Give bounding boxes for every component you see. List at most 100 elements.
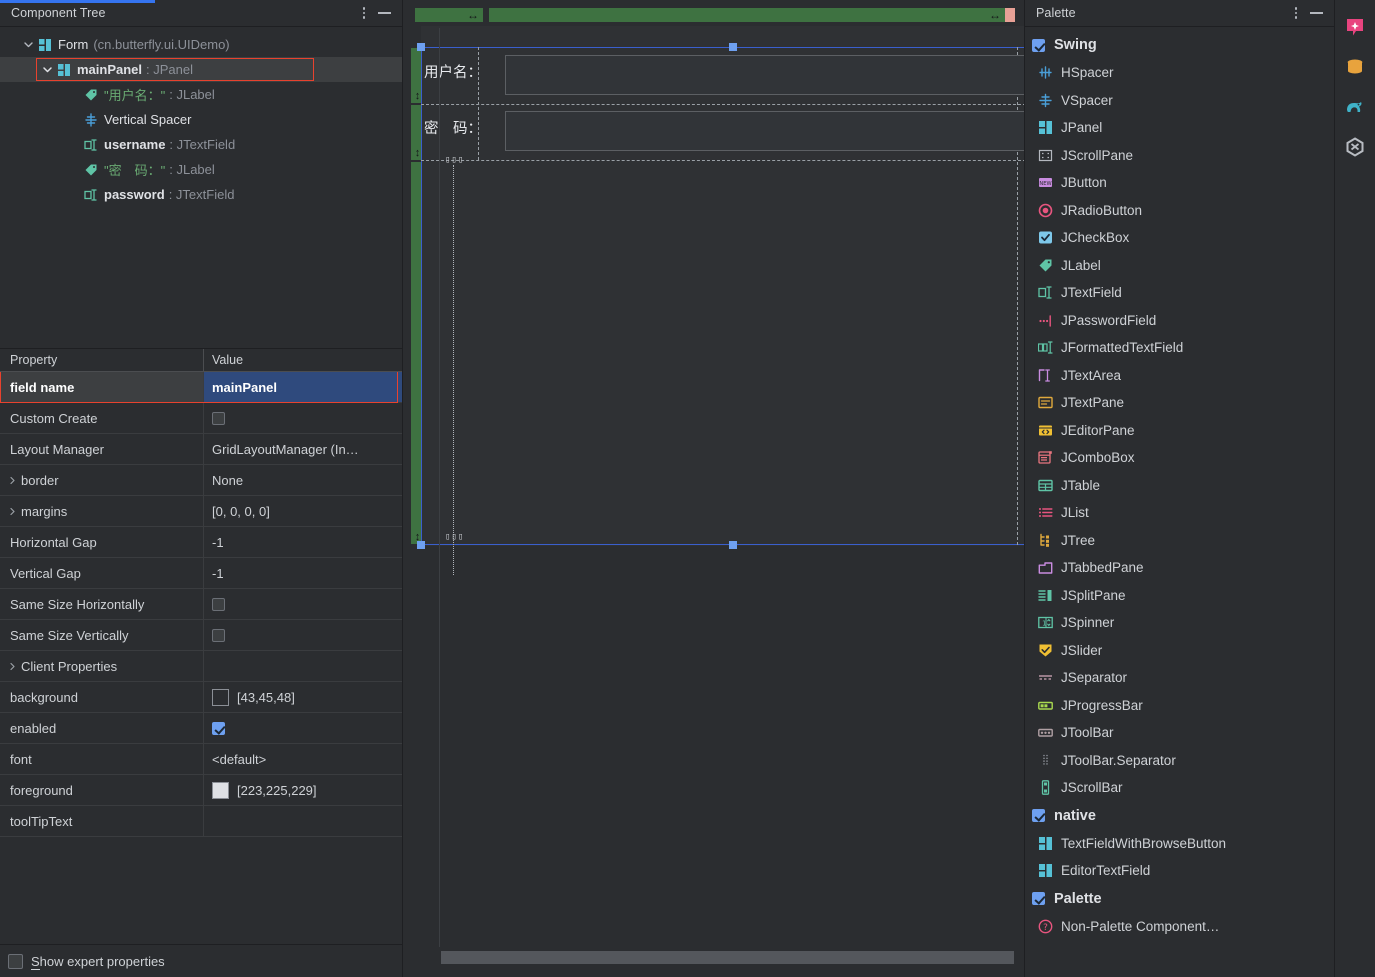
username-textfield[interactable] [505, 55, 1024, 95]
palette-group-swing[interactable]: Swing [1025, 31, 1334, 59]
palette-item-jseparator[interactable]: JSeparator [1025, 664, 1334, 692]
maven-icon[interactable] [1342, 134, 1368, 160]
more-options-icon[interactable] [1286, 3, 1306, 23]
palette-item-jscrollbar[interactable]: JScrollBar [1025, 774, 1334, 802]
more-options-icon[interactable] [354, 3, 374, 23]
property-row[interactable]: font <default> [0, 744, 402, 775]
property-value-cell[interactable]: <default> [203, 744, 402, 774]
tree-item-mainpanel[interactable]: mainPanel : JPanel [0, 57, 402, 82]
palette-item-jcheckbox[interactable]: JCheckBox [1025, 224, 1334, 252]
palette-item-jradiobutton[interactable]: JRadioButton [1025, 197, 1334, 225]
property-row[interactable]: Layout Manager GridLayoutManager (In… [0, 434, 402, 465]
property-value-cell[interactable]: None [203, 465, 402, 495]
property-row[interactable]: border None [0, 465, 402, 496]
palette-item-jtabbedpane[interactable]: JTabbedPane [1025, 554, 1334, 582]
resize-handle-top-center[interactable] [729, 43, 737, 51]
ruler-segment-column-1[interactable]: ↔ [489, 8, 1005, 22]
tree-item-password[interactable]: password : JTextField [0, 182, 402, 207]
palette-item-jlist[interactable]: JList [1025, 499, 1334, 527]
property-row[interactable]: Horizontal Gap -1 [0, 527, 402, 558]
palette-item-jprogressbar[interactable]: JProgressBar [1025, 692, 1334, 720]
property-value-cell[interactable] [203, 651, 402, 681]
property-value-cell[interactable] [203, 589, 402, 619]
palette-group-palette[interactable]: Palette [1025, 885, 1334, 913]
resize-handle-top-left[interactable] [417, 43, 425, 51]
palette-item-jslider[interactable]: JSlider [1025, 637, 1334, 665]
property-row[interactable]: margins [0, 0, 0, 0] [0, 496, 402, 527]
property-value-cell[interactable]: [43,45,48] [203, 682, 402, 712]
palette-item-hspacer[interactable]: HSpacer [1025, 59, 1334, 87]
tree-item-password-label[interactable]: "密 码：" : JLabel [0, 157, 402, 182]
property-value-cell[interactable] [203, 620, 402, 650]
tree-item-vertical-spacer[interactable]: Vertical Spacer [0, 107, 402, 132]
password-label[interactable]: 密 码： [424, 117, 482, 138]
username-label[interactable]: 用户名： [424, 61, 482, 82]
show-expert-properties-row[interactable]: Show expert properties [0, 944, 402, 977]
chevron-right-icon[interactable] [6, 476, 19, 485]
gradle-icon[interactable] [1342, 94, 1368, 120]
palette-group-checkbox[interactable] [1032, 38, 1045, 52]
palette-item-jtoolbar[interactable]: JToolBar [1025, 719, 1334, 747]
resize-handle-bottom-left[interactable] [417, 541, 425, 549]
ruler-segment-column-0[interactable]: ↔ [415, 8, 483, 22]
chevron-down-icon[interactable] [20, 37, 36, 53]
component-tree[interactable]: Form (cn.butterfly.ui.UIDemo) mainPanel … [0, 27, 402, 348]
ai-assistant-icon[interactable] [1342, 14, 1368, 40]
palette-item-jtextpane[interactable]: JTextPane [1025, 389, 1334, 417]
palette-item-jspinner[interactable]: 1 JSpinner [1025, 609, 1334, 637]
minimize-icon[interactable] [1306, 3, 1326, 23]
property-value-cell[interactable] [203, 403, 402, 433]
property-value-checkbox[interactable] [212, 721, 225, 735]
property-row[interactable]: background [43,45,48] [0, 682, 402, 713]
property-row[interactable]: enabled [0, 713, 402, 744]
palette-item-jtoolbar-separator[interactable]: JToolBar.Separator [1025, 747, 1334, 775]
palette-item-jformattedtextfield[interactable]: JFormattedTextField [1025, 334, 1334, 362]
tree-item-username-label[interactable]: "用户名：" : JLabel [0, 82, 402, 107]
tree-item-username[interactable]: username : JTextField [0, 132, 402, 157]
palette-item-jpanel[interactable]: JPanel [1025, 114, 1334, 142]
canvas-horizontal-scrollbar[interactable] [441, 951, 1014, 964]
palette-item-jbutton[interactable]: NEW JButton [1025, 169, 1334, 197]
palette-item-jpasswordfield[interactable]: JPasswordField [1025, 307, 1334, 335]
property-row[interactable]: toolTipText [0, 806, 402, 837]
property-value-cell[interactable]: [0, 0, 0, 0] [203, 496, 402, 526]
color-swatch[interactable] [212, 781, 229, 799]
palette-item-vspacer[interactable]: VSpacer [1025, 87, 1334, 115]
property-value-cell[interactable]: [223,225,229] [203, 775, 402, 805]
database-icon[interactable] [1342, 54, 1368, 80]
palette-item-jtree[interactable]: JTree [1025, 527, 1334, 555]
tree-item-form[interactable]: Form (cn.butterfly.ui.UIDemo) [0, 32, 402, 57]
property-value-checkbox[interactable] [212, 411, 225, 425]
property-row[interactable]: field name mainPanel [0, 372, 402, 403]
palette-item-jsplitpane[interactable]: JSplitPane [1025, 582, 1334, 610]
property-value-cell[interactable]: GridLayoutManager (In… [203, 434, 402, 464]
palette-item-non-palette-component[interactable]: ? Non-Palette Component… [1025, 913, 1334, 941]
palette-item-jlabel[interactable]: JLabel [1025, 252, 1334, 280]
palette-item-jcombobox[interactable]: JComboBox [1025, 444, 1334, 472]
palette-item-editortextfield[interactable]: EditorTextField [1025, 857, 1334, 885]
palette-item-jtextarea[interactable]: JTextArea [1025, 362, 1334, 390]
property-value-cell[interactable]: -1 [203, 558, 402, 588]
property-row[interactable]: Client Properties [0, 651, 402, 682]
property-row[interactable]: Custom Create [0, 403, 402, 434]
palette-item-textfieldwithbrowsebutton[interactable]: TextFieldWithBrowseButton [1025, 830, 1334, 858]
property-table-body[interactable]: field name mainPanel Custom Create Layout M… [0, 372, 402, 944]
property-value-checkbox[interactable] [212, 628, 225, 642]
property-row[interactable]: Same Size Vertically [0, 620, 402, 651]
chevron-right-icon[interactable] [6, 507, 19, 516]
minimize-icon[interactable] [374, 3, 394, 23]
palette-group-native[interactable]: native [1025, 802, 1334, 830]
palette-group-checkbox[interactable] [1032, 809, 1045, 822]
property-value-cell[interactable]: -1 [203, 527, 402, 557]
property-row[interactable]: Vertical Gap -1 [0, 558, 402, 589]
property-value-checkbox[interactable] [212, 597, 225, 611]
password-textfield[interactable] [505, 111, 1024, 151]
palette-list[interactable]: Swing HSpacer VSpacer JPanel JScrollPane NEW J… [1025, 27, 1334, 977]
resize-handle-bottom-center[interactable] [729, 541, 737, 549]
main-panel-design[interactable]: ▯▯▯ ▯▯▯ 用户名： 密 码： [417, 43, 1024, 575]
design-canvas[interactable]: ↔ ↔ ↕ ↕ ↕ ▯▯▯ ▯▯▯ 用户名： 密 码： [403, 0, 1025, 977]
property-value-cell[interactable] [203, 806, 402, 836]
property-value-cell[interactable] [203, 713, 402, 743]
chevron-down-icon[interactable] [39, 62, 55, 78]
palette-item-jtextfield[interactable]: JTextField [1025, 279, 1334, 307]
